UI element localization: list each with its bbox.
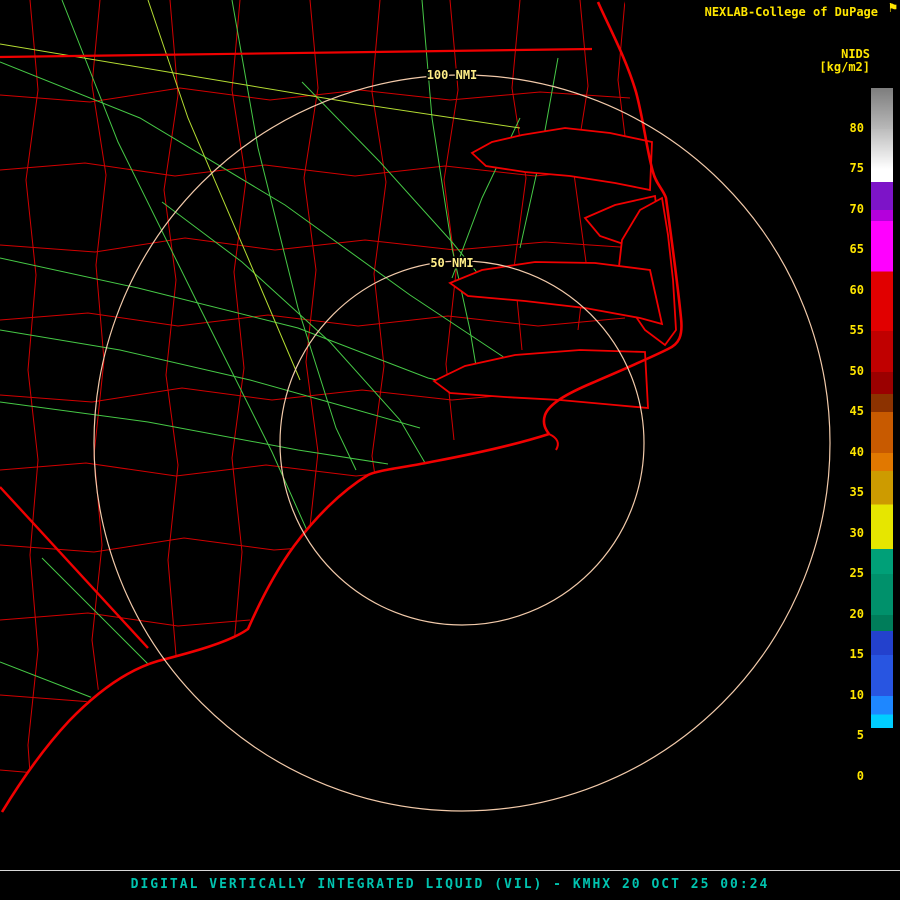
radar-map: 100 NMI 50 NMI — [0, 0, 831, 815]
range-ring-label-100: 100 NMI — [427, 68, 478, 82]
colorbar-segment — [871, 533, 893, 575]
road-lines — [0, 0, 559, 801]
colorbar-segment — [871, 655, 893, 696]
colorbar-tick-label: 25 — [849, 566, 864, 581]
colorbar-segment — [871, 290, 893, 332]
albemarle-sound — [470, 127, 653, 192]
colorbar-segment — [871, 88, 893, 129]
range-ring-100 — [93, 74, 831, 812]
product-caption: DIGITAL VERTICALLY INTEGRATED LIQUID (VI… — [130, 877, 770, 892]
colorbar-tick-label: 15 — [849, 647, 864, 662]
neuse-river — [432, 349, 649, 409]
coastline-group — [0, 1, 683, 813]
colorbar-segment — [871, 493, 893, 534]
colorbar-segment — [871, 412, 893, 453]
colorbar-segment — [871, 331, 893, 372]
state-border-sc — [0, 486, 149, 649]
colorbar-segment — [871, 695, 893, 737]
colorbar-tick-label: 35 — [849, 485, 864, 500]
colorbar-tick-label: 55 — [849, 323, 864, 338]
state-border-va — [0, 47, 593, 59]
colorbar-ticks: 80 75 70 65 60 55 50 45 40 35 30 25 20 15 10 5 0 — [828, 0, 864, 900]
colorbar-tick-label: 20 — [849, 606, 864, 621]
range-rings — [93, 74, 831, 812]
colorbar-segment — [871, 574, 893, 615]
southern-coastline — [0, 432, 550, 813]
cape-lookout-hook — [548, 433, 559, 451]
colorbar-segment — [871, 614, 893, 656]
colorbar-tick-label: 5 — [856, 728, 864, 743]
nexlab-logo-icon: ⚑ — [888, 0, 897, 16]
colorbar-tick-label: 40 — [849, 444, 864, 459]
colorbar-tick-label: 10 — [849, 687, 864, 702]
colorbar-tick-label: 0 — [856, 769, 864, 783]
colorbar-tick-label: 75 — [849, 161, 864, 176]
colorbar-segment — [871, 452, 893, 494]
colorbar-segment — [871, 128, 893, 170]
colorbar-segments — [871, 88, 893, 778]
range-ring-50 — [279, 260, 645, 626]
pamlico-river — [448, 261, 664, 326]
colorbar-tick-label: 70 — [849, 201, 864, 216]
colorbar-segment — [871, 250, 893, 291]
colorbar-tick-label: 30 — [849, 525, 864, 540]
colorbar-tick-label: 45 — [849, 404, 864, 419]
colorbar-segment — [871, 209, 893, 251]
colorbar-tick-label: 65 — [849, 242, 864, 257]
radar-display: 100 NMI 50 NMI NEXLAB-College of DuPage … — [0, 0, 900, 900]
colorbar-tick-label: 60 — [849, 282, 864, 297]
colorbar-segment — [871, 169, 893, 210]
colorbar-tick-label: 80 — [849, 120, 864, 135]
footer-divider — [0, 870, 900, 871]
colorbar-segment — [871, 736, 893, 778]
range-ring-label-50: 50 NMI — [430, 256, 473, 270]
colorbar-segment — [871, 371, 893, 413]
colorbar-tick-label: 50 — [849, 363, 864, 378]
